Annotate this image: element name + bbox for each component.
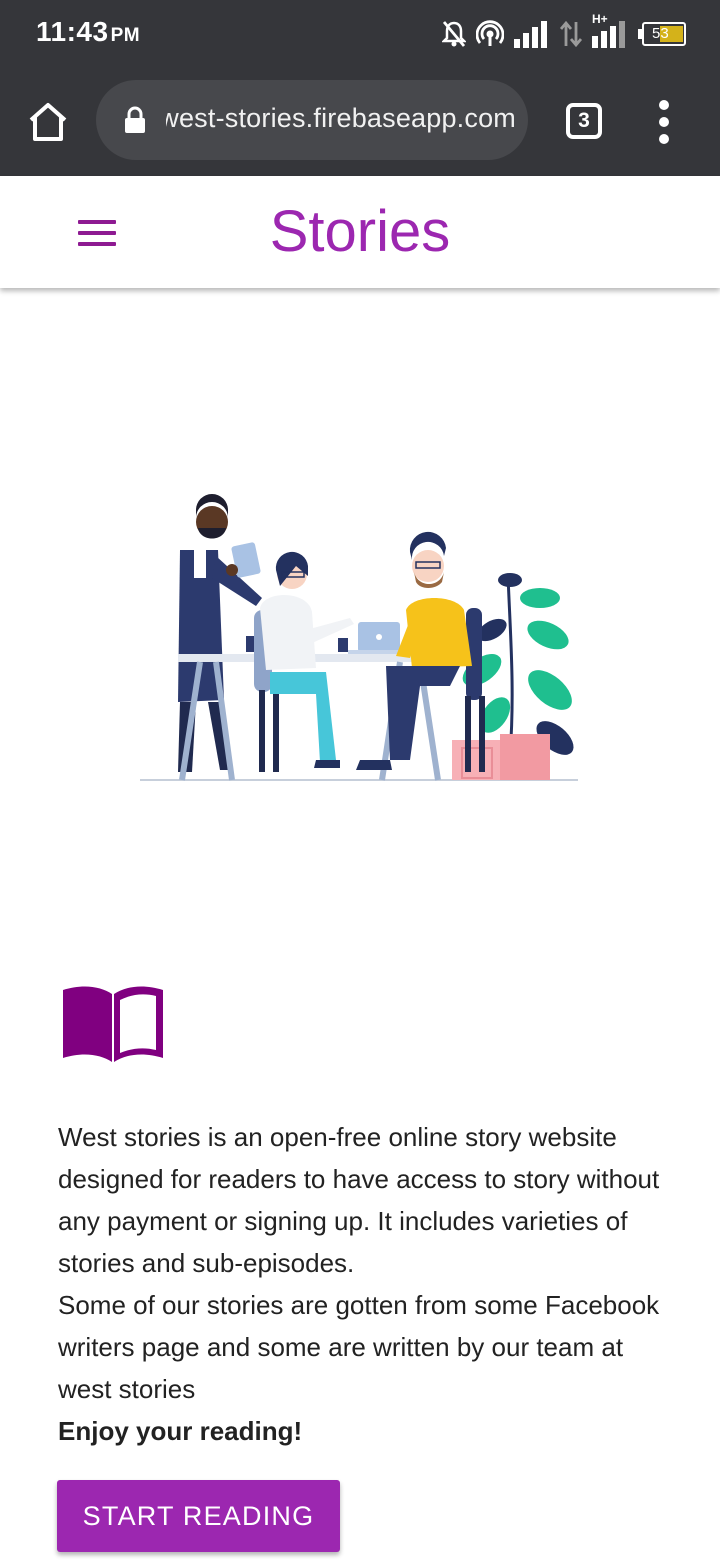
status-time: 11:43 PM: [36, 16, 140, 48]
status-time-ampm: PM: [110, 25, 141, 46]
status-time-value: 11:43: [36, 16, 109, 47]
about-paragraph-2: Some of our stories are gotten from some…: [58, 1290, 660, 1404]
signal-2-icon: H+: [592, 12, 628, 48]
battery-level: 53: [652, 25, 669, 42]
status-bar: 11:43 PM H+ 53: [0, 0, 720, 68]
browser-menu-button[interactable]: [650, 100, 678, 144]
about-paragraph-1: West stories is an open-free online stor…: [58, 1122, 660, 1278]
tab-switcher-button[interactable]: 3: [566, 103, 602, 139]
closing-text: Enjoy your reading!: [58, 1416, 303, 1446]
data-arrows-icon: [560, 20, 582, 48]
battery-icon: 53: [638, 22, 686, 46]
home-icon: [29, 103, 67, 141]
mute-icon: [442, 21, 466, 47]
about-text: West stories is an open-free online stor…: [58, 1116, 678, 1452]
page-title: Stories: [269, 199, 451, 264]
lock-icon: [125, 106, 145, 133]
browser-toolbar: west-stories.firebaseapp.com 3: [0, 68, 720, 176]
team-meeting-illustration: [140, 494, 578, 781]
start-reading-button[interactable]: START READING: [57, 1480, 340, 1552]
tab-count: 3: [578, 109, 590, 132]
app-header: Stories: [0, 176, 720, 288]
url-text: west-stories.firebaseapp.com: [166, 103, 516, 133]
url-bar[interactable]: west-stories.firebaseapp.com: [96, 80, 528, 160]
hotspot-icon: [476, 20, 504, 46]
status-icons: H+ 53: [442, 12, 686, 54]
signal-icon: [514, 21, 547, 48]
open-book-icon: [63, 986, 163, 1062]
home-button[interactable]: [24, 98, 72, 146]
